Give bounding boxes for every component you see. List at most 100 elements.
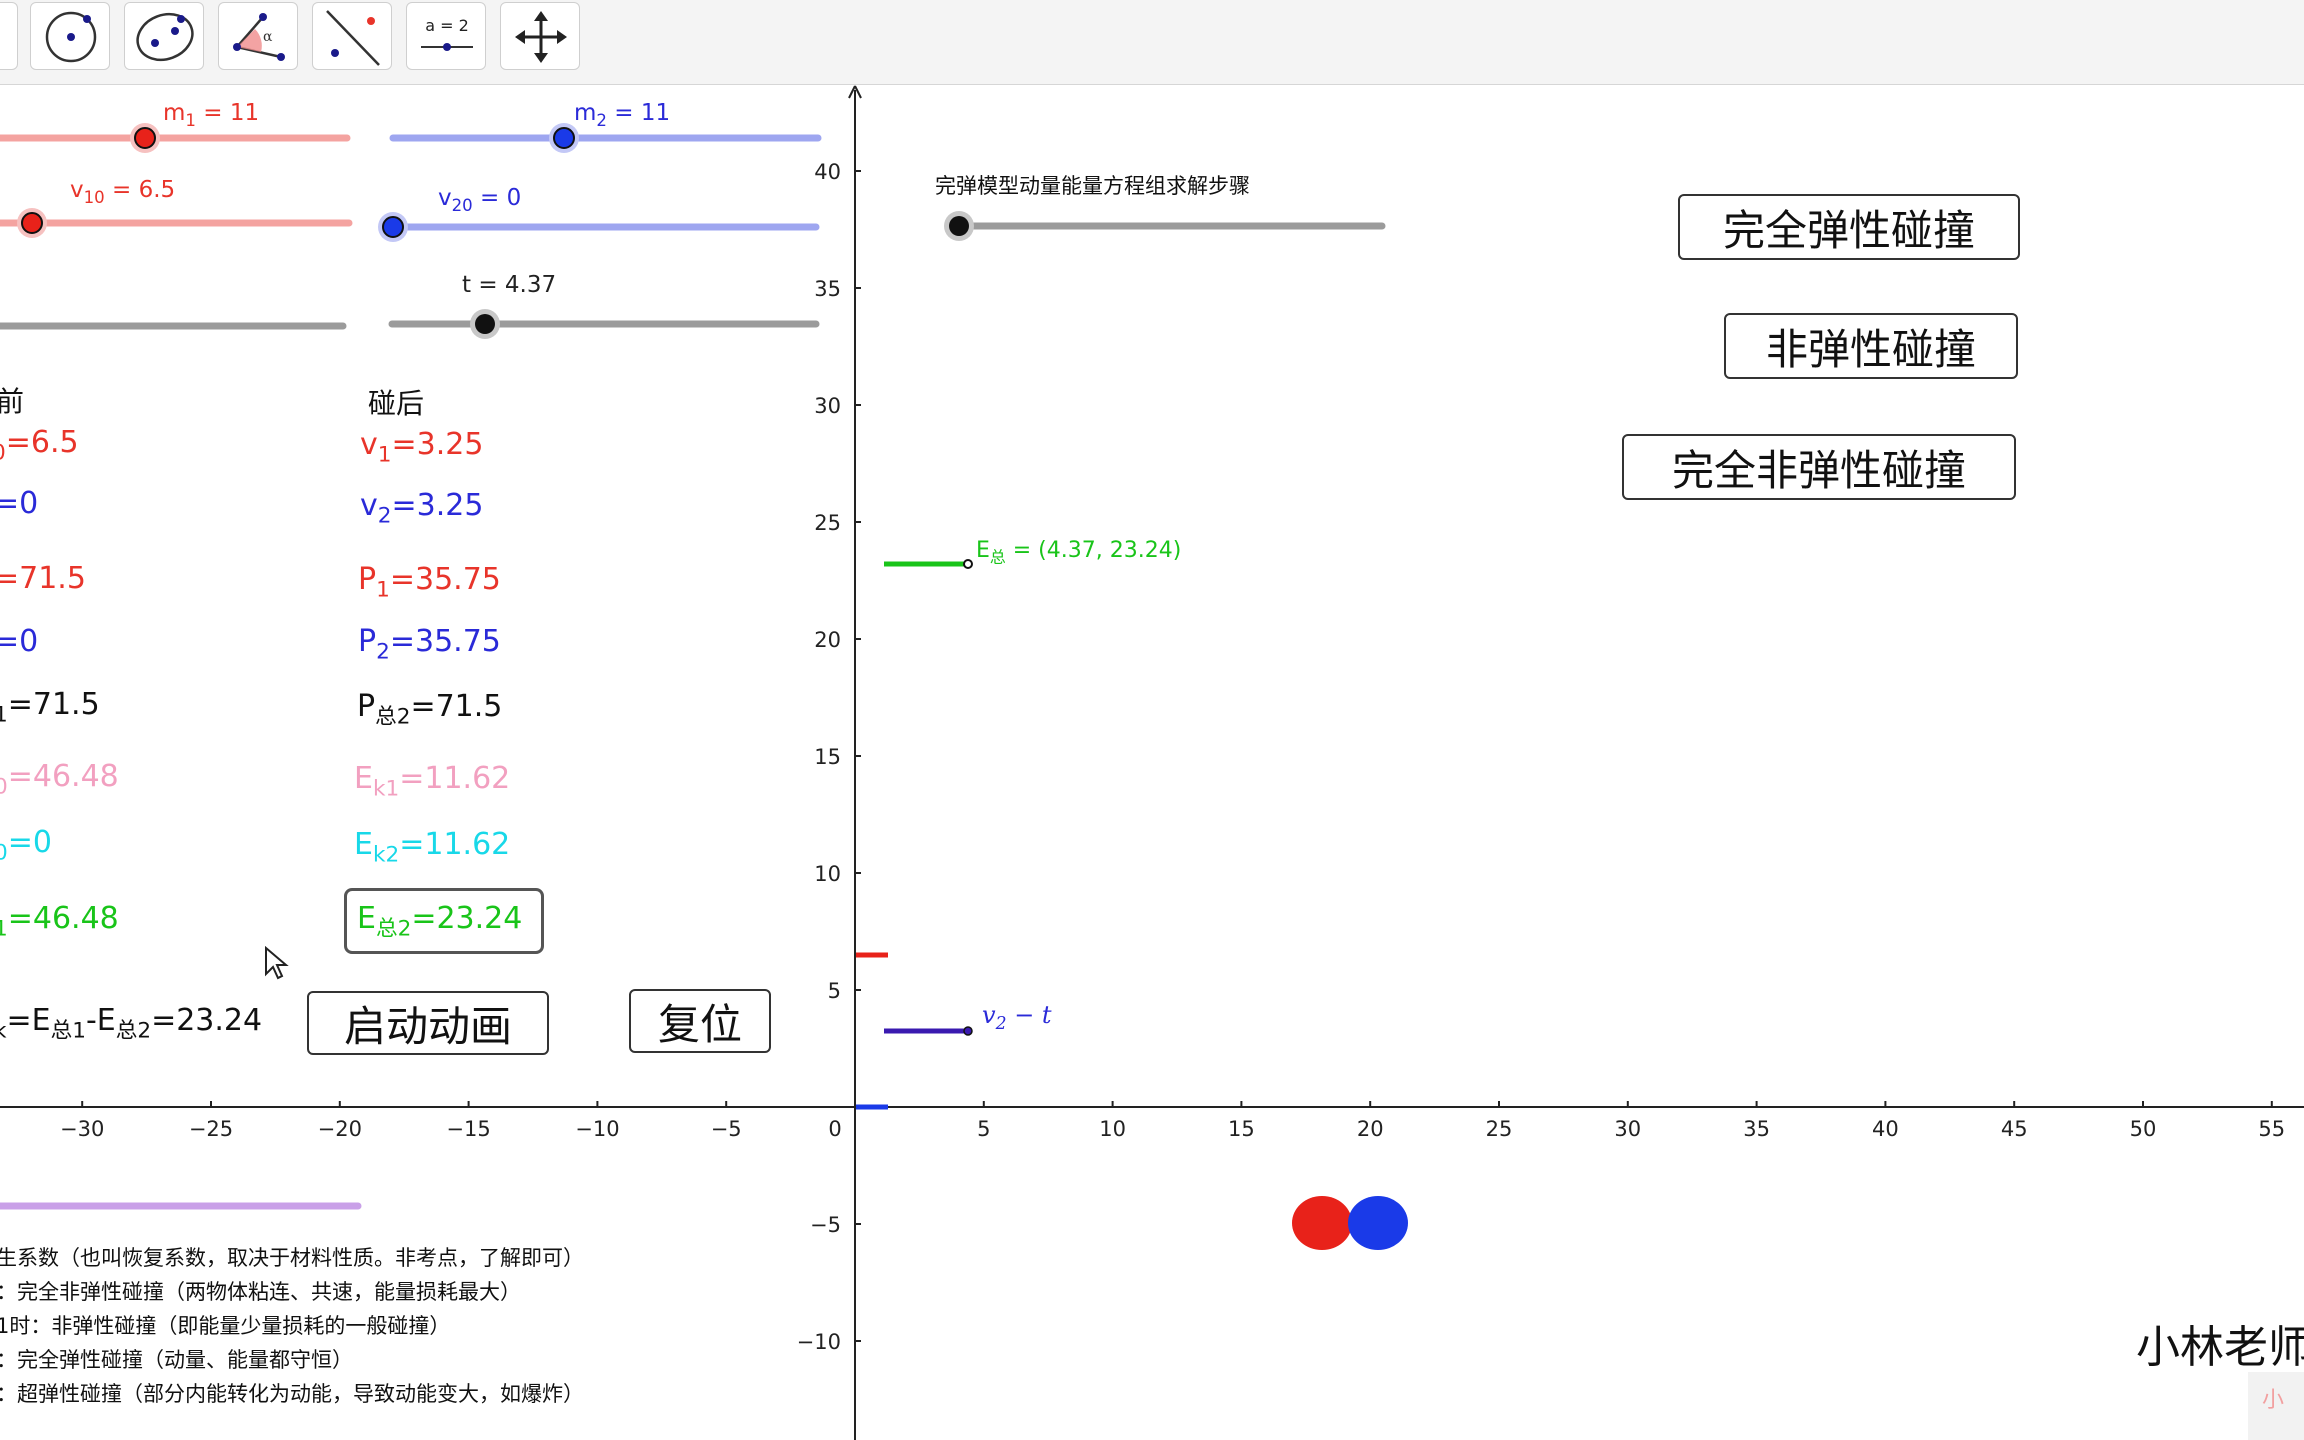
slider-m2-handle[interactable]: [553, 127, 575, 149]
x-tick-label: 0: [828, 1117, 841, 1141]
x-tick-label: 5: [977, 1117, 990, 1141]
x-tick-label: 55: [2258, 1117, 2285, 1141]
slider-steps-handle[interactable]: [949, 216, 969, 236]
slider-v20[interactable]: [378, 212, 820, 242]
slider-v10-label: v10 = 6.5: [70, 177, 176, 207]
x-tick-label: 40: [1872, 1117, 1899, 1141]
v2-trace: [884, 1026, 973, 1036]
y-tick-label: −10: [797, 1330, 841, 1354]
etotal-trace: [884, 559, 973, 569]
slider-tool-label: a = 2: [425, 16, 469, 35]
note-line-1: 生系数（也叫恢复系数，取决于材料性质。非考点，了解即可）: [0, 1246, 584, 1270]
header-before: 前: [0, 385, 25, 418]
slider-m2-label: m2 = 11: [574, 100, 671, 130]
before-p2: =0: [0, 624, 39, 659]
note-line-4: ：完全弹性碰撞（动量、能量都守恒）: [0, 1348, 353, 1372]
after-ek2: Ek2=11.62: [354, 827, 511, 868]
ball-m1[interactable]: [1292, 1196, 1352, 1250]
slider-m1[interactable]: [0, 123, 351, 153]
inelastic-collision-button[interactable]: 非弹性碰撞: [1724, 313, 2018, 379]
move-arrows-icon: [515, 11, 567, 63]
ball-m2[interactable]: [1348, 1196, 1408, 1250]
slider-v20-label: v20 = 0: [438, 185, 522, 215]
note-line-5: ：超弹性碰撞（部分内能转化为动能，导致动能变大，如爆炸）: [0, 1382, 584, 1406]
slider-v10-handle[interactable]: [21, 212, 43, 234]
header-after: 碰后: [368, 387, 425, 420]
energy-loss-equation: k=E总1-E总2=23.24: [0, 1003, 263, 1044]
angle-glyph: α: [263, 29, 273, 45]
angle-icon: α: [233, 13, 285, 61]
ellipse-icon: [136, 12, 194, 62]
y-tick-label: 30: [814, 394, 841, 418]
slider-icon: a = 2: [421, 16, 473, 51]
circle-center-point-tool[interactable]: [30, 2, 110, 70]
slider-t-label: t = 4.37: [462, 272, 557, 298]
start-animation-button[interactable]: 启动动画: [307, 991, 549, 1055]
before-ek2: 0=0: [0, 825, 52, 866]
x-tick-label: −20: [318, 1117, 362, 1141]
x-axis: −30 −25 −20 −15 −10 −5 0 5 10 15 20 25 30 35 40 45 50 55: [0, 1101, 2304, 1141]
x-tick-label: −30: [60, 1117, 104, 1141]
slider-steps-label: 完弹模型动量能量方程组求解步骤: [935, 174, 1250, 198]
after-ptotal: P总2=71.5: [357, 689, 503, 730]
graphics-view[interactable]: −30 −25 −20 −15 −10 −5 0 5 10 15 20 25 30 35 40 45 50 55 …: [0, 84, 2304, 1440]
before-ptotal: 1=71.5: [0, 687, 100, 728]
slider-m1-label: m1 = 11: [163, 100, 260, 130]
reflect-line-tool[interactable]: [312, 2, 392, 70]
v2-point[interactable]: [963, 1026, 973, 1036]
x-tick-label: −5: [711, 1117, 742, 1141]
reset-button[interactable]: 复位: [629, 989, 771, 1053]
slider-t-handle[interactable]: [475, 314, 495, 334]
slider-m1-handle[interactable]: [134, 127, 156, 149]
x-tick-label: 20: [1357, 1117, 1384, 1141]
ellipse-tool[interactable]: [124, 2, 204, 70]
after-p2: P2=35.75: [358, 624, 501, 665]
move-graphics-tool[interactable]: [500, 2, 580, 70]
x-tick-label: 45: [2001, 1117, 2028, 1141]
x-tick-label: 25: [1486, 1117, 1513, 1141]
x-tick-label: 15: [1228, 1117, 1255, 1141]
y-tick-label: 15: [814, 745, 841, 769]
after-p1: P1=35.75: [358, 562, 501, 603]
watermark-text: 小林老师: [2136, 1322, 2304, 1373]
note-line-3: 1时：非弹性碰撞（即能量少量损耗的一般碰撞）: [0, 1314, 451, 1338]
perfectly-inelastic-collision-button[interactable]: 完全非弹性碰撞: [1622, 434, 2016, 500]
y-tick-label: −5: [810, 1213, 841, 1237]
x-tick-label: 35: [1743, 1117, 1770, 1141]
after-etotal: E总2=23.24: [357, 901, 523, 942]
toolbar: α a = 2: [0, 0, 2304, 85]
x-tick-label: 30: [1614, 1117, 1641, 1141]
reflect-about-line-icon: [326, 10, 380, 66]
y-tick-label: 25: [814, 511, 841, 535]
x-tick-label: 10: [1099, 1117, 1126, 1141]
slider-steps[interactable]: [944, 211, 1386, 241]
v2-t-label: v2 − t: [982, 1001, 1052, 1035]
y-tick-label: 20: [814, 628, 841, 652]
note-line-2: ：完全非弹性碰撞（两物体粘连、共速，能量损耗最大）: [0, 1280, 521, 1304]
slider-v20-handle[interactable]: [382, 216, 404, 238]
slider-t[interactable]: [388, 309, 820, 339]
etotal-point-label: E总 = (4.37, 23.24): [976, 538, 1182, 567]
x-tick-label: −15: [446, 1117, 490, 1141]
watermark-small: 小: [2262, 1388, 2285, 1413]
before-v1: 0=6.5: [0, 425, 79, 464]
y-tick-label: 35: [814, 277, 841, 301]
circle-center-point-icon: [45, 11, 97, 63]
y-tick-label: 40: [814, 160, 841, 184]
after-v2: v2=3.25: [360, 488, 484, 529]
slider-tool[interactable]: a = 2: [406, 2, 486, 70]
before-p1: =71.5: [0, 561, 86, 596]
before-v2: =0: [0, 486, 39, 521]
mouse-cursor-icon: [265, 946, 289, 980]
etotal-point[interactable]: [963, 559, 973, 569]
angle-tool[interactable]: α: [218, 2, 298, 70]
elastic-collision-button[interactable]: 完全弹性碰撞: [1678, 194, 2020, 260]
x-tick-label: 50: [2130, 1117, 2157, 1141]
y-tick-label: 5: [828, 979, 841, 1003]
slider-v10[interactable]: [0, 208, 353, 238]
watermark: 小林老师 小: [2136, 1310, 2304, 1440]
tool-partial[interactable]: [0, 2, 18, 70]
before-ek1: 0=46.48: [0, 759, 119, 800]
after-v1: v1=3.25: [360, 427, 484, 468]
after-ek1: Ek1=11.62: [354, 761, 511, 802]
